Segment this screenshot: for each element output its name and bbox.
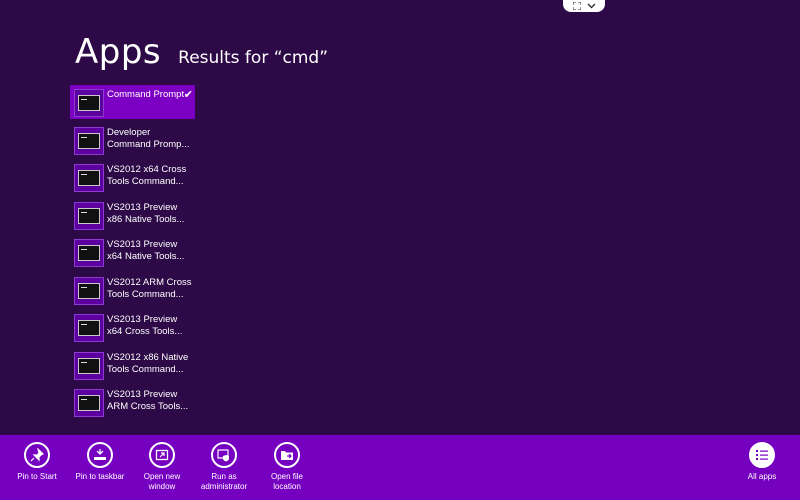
result-label: VS2012 x86 Native Tools Command... — [107, 351, 189, 375]
result-label: Developer Command Promp... — [107, 126, 190, 150]
page-title: Apps — [75, 32, 162, 72]
result-item[interactable]: VS2013 Preview ARM Cross Tools... — [70, 385, 195, 423]
command-prompt-icon — [74, 276, 104, 305]
result-label: VS2013 Preview x86 Native Tools... — [107, 201, 185, 225]
results-list: Command Prompt ✔ Developer Command Promp… — [70, 85, 195, 423]
result-item[interactable]: VS2013 Preview x64 Cross Tools... — [70, 310, 195, 348]
chevron-down-icon — [587, 3, 596, 9]
pin-taskbar-icon — [87, 442, 113, 468]
result-label: VS2012 x64 Cross Tools Command... — [107, 164, 187, 187]
pin-to-start-label: Pin to Start — [17, 472, 57, 481]
check-icon: ✔ — [183, 89, 193, 101]
result-label: VS2013 Preview x64 Native Tools... — [107, 239, 185, 262]
header: Apps Results for “cmd” — [75, 32, 328, 72]
command-prompt-icon — [74, 89, 104, 117]
list-icon — [749, 442, 775, 468]
open-new-window-button[interactable]: Open new window — [131, 442, 193, 492]
command-prompt-icon — [74, 239, 104, 267]
result-label: VS2013 Preview x64 Cross Tools... — [107, 314, 183, 337]
command-prompt-icon — [74, 351, 104, 380]
run-as-administrator-label: Run as administrator — [200, 472, 248, 491]
command-prompt-icon — [74, 314, 104, 342]
search-subtitle: Results for “cmd” — [178, 48, 329, 68]
result-item[interactable]: VS2012 ARM Cross Tools Command... — [70, 273, 195, 311]
result-label: Command Prompt — [107, 89, 185, 100]
pin-icon — [24, 442, 50, 468]
new-window-icon — [149, 442, 175, 468]
result-item[interactable]: VS2013 Preview x86 Native Tools... — [70, 198, 195, 236]
app-bar: Pin to Start Pin to taskbar Open new win… — [0, 435, 800, 500]
folder-icon — [274, 442, 300, 468]
command-prompt-icon — [74, 164, 104, 192]
top-handle[interactable] — [563, 0, 605, 12]
result-label: VS2013 Preview ARM Cross Tools... — [107, 389, 189, 412]
expand-icon — [572, 2, 581, 10]
pin-to-start-button[interactable]: Pin to Start — [6, 442, 68, 482]
result-label: VS2012 ARM Cross Tools Command... — [107, 276, 192, 300]
shield-icon — [211, 442, 237, 468]
result-item[interactable]: Developer Command Promp... — [70, 123, 195, 161]
open-file-location-button[interactable]: Open file location — [256, 442, 318, 492]
all-apps-label: All apps — [747, 472, 777, 481]
run-as-administrator-button[interactable]: Run as administrator — [193, 442, 255, 492]
command-prompt-icon — [74, 126, 104, 155]
command-prompt-icon — [74, 389, 104, 417]
result-item[interactable]: VS2012 x64 Cross Tools Command... — [70, 160, 195, 198]
open-new-window-label: Open new window — [143, 472, 181, 491]
open-file-location-label: Open file location — [270, 472, 304, 491]
pin-to-taskbar-button[interactable]: Pin to taskbar — [69, 442, 131, 482]
all-apps-button[interactable]: All apps — [731, 442, 793, 482]
result-item-command-prompt[interactable]: Command Prompt ✔ — [70, 85, 195, 119]
pin-to-taskbar-label: Pin to taskbar — [75, 472, 125, 481]
result-item[interactable]: VS2013 Preview x64 Native Tools... — [70, 235, 195, 273]
command-prompt-icon — [74, 201, 104, 230]
result-item[interactable]: VS2012 x86 Native Tools Command... — [70, 348, 195, 386]
